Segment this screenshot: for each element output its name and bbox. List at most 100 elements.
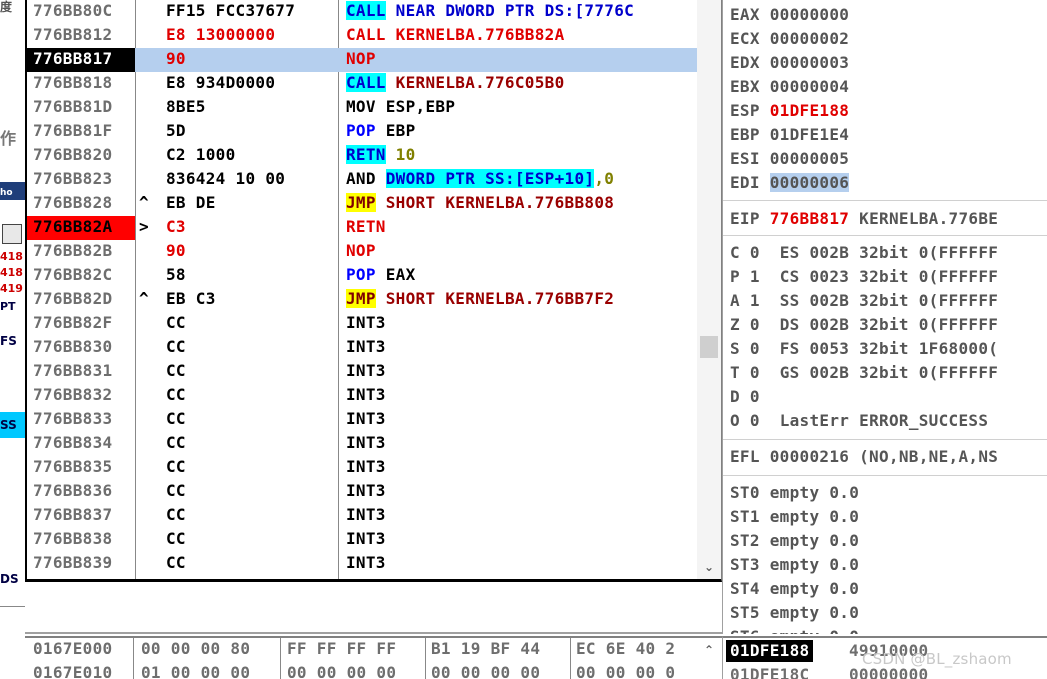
flag-value[interactable]: P 1 bbox=[730, 267, 760, 286]
disasm-row[interactable]: 776BB828 ^ EB DE JMP SHORT KERNELBA.776BB80… bbox=[27, 192, 697, 216]
flag-row[interactable]: Z 0 DS 002B 32bit 0(FFFFFF bbox=[730, 314, 998, 336]
fpu-register[interactable]: ST1 empty 0.0 bbox=[730, 506, 859, 528]
register-eax[interactable]: EAX 00000000 bbox=[730, 4, 849, 26]
dump-address[interactable]: 0167E000 bbox=[33, 638, 112, 660]
flag-row[interactable]: O 0 LastErr ERROR_SUCCESS bbox=[730, 410, 988, 432]
register-esi[interactable]: ESI 00000005 bbox=[730, 148, 849, 170]
instruction-address[interactable]: 776BB82B bbox=[27, 240, 135, 264]
flag-value[interactable]: A 1 bbox=[730, 291, 760, 310]
instruction-address[interactable]: 776BB837 bbox=[27, 504, 135, 528]
register-ebx[interactable]: EBX 00000004 bbox=[730, 76, 849, 98]
fpu-register[interactable]: ST3 empty 0.0 bbox=[730, 554, 859, 576]
instruction-address[interactable]: 776BB839 bbox=[27, 552, 135, 576]
registers-pane[interactable]: EAX 00000000 ECX 00000002 EDX 00000003 EBX … bbox=[722, 0, 1047, 634]
instruction-address[interactable]: 776BB82A bbox=[27, 216, 135, 240]
instruction-address[interactable]: 776BB817 bbox=[27, 48, 135, 72]
disasm-row[interactable]: 776BB82C 58 POP EAX bbox=[27, 264, 697, 288]
memory-dump-pane[interactable]: 0167E000 00 00 00 80 FF FF FF FF B1 19 BF 4… bbox=[25, 636, 722, 679]
instruction-address[interactable]: 776BB820 bbox=[27, 144, 135, 168]
disasm-row[interactable]: 776BB836 CC INT3 bbox=[27, 480, 697, 504]
disasm-row[interactable]: 776BB81D 8BE5 MOV ESP,EBP bbox=[27, 96, 697, 120]
register-value[interactable]: 00000005 bbox=[770, 149, 849, 168]
instruction-address[interactable]: 776BB812 bbox=[27, 24, 135, 48]
disasm-row[interactable]: 776BB839 CC INT3 bbox=[27, 552, 697, 576]
disasm-row[interactable]: 776BB830 CC INT3 bbox=[27, 336, 697, 360]
instruction-address[interactable]: 776BB82F bbox=[27, 312, 135, 336]
scrollbar-thumb[interactable] bbox=[700, 336, 718, 358]
instruction-address[interactable]: 776BB833 bbox=[27, 408, 135, 432]
disasm-row[interactable]: 776BB82D ^ EB C3 JMP SHORT KERNELBA.776BB7F… bbox=[27, 288, 697, 312]
disasm-row[interactable]: 776BB812 E8 13000000 CALL KERNELBA.776BB82… bbox=[27, 24, 697, 48]
fpu-register[interactable]: ST0 empty 0.0 bbox=[730, 482, 859, 504]
instruction-address[interactable]: 776BB828 bbox=[27, 192, 135, 216]
flag-row[interactable]: D 0 bbox=[730, 386, 760, 408]
disasm-row[interactable]: 776BB817 90 NOP bbox=[27, 48, 697, 72]
disasm-row[interactable]: 776BB818 E8 934D0000 CALL KERNELBA.776C05B… bbox=[27, 72, 697, 96]
instruction-address[interactable]: 776BB82C bbox=[27, 264, 135, 288]
disasm-row[interactable]: 776BB832 CC INT3 bbox=[27, 384, 697, 408]
instruction-address[interactable]: 776BB836 bbox=[27, 480, 135, 504]
register-value[interactable]: 00000004 bbox=[770, 77, 849, 96]
disasm-row[interactable]: 776BB820 C2 1000 RETN 10 bbox=[27, 144, 697, 168]
flag-row[interactable]: P 1 CS 0023 32bit 0(FFFFFF bbox=[730, 266, 998, 288]
dump-row[interactable]: 0167E000 00 00 00 80 FF FF FF FF B1 19 BF 4… bbox=[25, 638, 722, 662]
stack-address[interactable]: 01DFE188 bbox=[726, 640, 814, 662]
flag-row[interactable]: A 1 SS 002B 32bit 0(FFFFFF bbox=[730, 290, 998, 312]
disasm-row[interactable]: 776BB82F CC INT3 bbox=[27, 312, 697, 336]
instruction-address[interactable]: 776BB81D bbox=[27, 96, 135, 120]
flag-row[interactable]: S 0 FS 0053 32bit 1F68000( bbox=[730, 338, 998, 360]
disasm-row[interactable]: 776BB837 CC INT3 bbox=[27, 504, 697, 528]
toolbar-button-icon[interactable] bbox=[2, 224, 22, 244]
disassembly-pane[interactable]: 776BB80C FF15 FCC37677 CALL NEAR DWORD PTR… bbox=[25, 0, 722, 582]
register-edi[interactable]: EDI 00000006 bbox=[730, 172, 850, 194]
instruction-address[interactable]: 776BB834 bbox=[27, 432, 135, 456]
flag-value[interactable]: T 0 bbox=[730, 363, 760, 382]
register-value[interactable]: 01DFE1E4 bbox=[770, 125, 849, 144]
register-value[interactable]: 00000003 bbox=[770, 53, 849, 72]
register-value[interactable]: 00000002 bbox=[770, 29, 849, 48]
fpu-register[interactable]: ST6 empty 0.0 bbox=[730, 626, 859, 634]
register-ecx[interactable]: ECX 00000002 bbox=[730, 28, 849, 50]
instruction-address[interactable]: 776BB835 bbox=[27, 456, 135, 480]
flag-value[interactable]: D 0 bbox=[730, 387, 760, 406]
disasm-row[interactable]: 776BB834 CC INT3 bbox=[27, 432, 697, 456]
disasm-row[interactable]: 776BB82B 90 NOP bbox=[27, 240, 697, 264]
register-esp[interactable]: ESP 01DFE188 bbox=[730, 100, 849, 122]
flag-value[interactable]: C 0 bbox=[730, 243, 760, 262]
flag-value[interactable]: S 0 bbox=[730, 339, 760, 358]
instruction-address[interactable]: 776BB81F bbox=[27, 120, 135, 144]
scroll-up-arrow-icon[interactable]: ⌃ bbox=[699, 638, 719, 662]
disasm-row[interactable]: 776BB835 CC INT3 bbox=[27, 456, 697, 480]
register-eip[interactable]: EIP 776BB817 KERNELBA.776BE bbox=[730, 208, 998, 230]
instruction-address[interactable]: 776BB823 bbox=[27, 168, 135, 192]
flag-row[interactable]: C 0 ES 002B 32bit 0(FFFFFF bbox=[730, 242, 998, 264]
flag-value[interactable]: O 0 bbox=[730, 411, 760, 430]
register-value[interactable]: 01DFE188 bbox=[770, 101, 849, 120]
instruction-address[interactable]: 776BB832 bbox=[27, 384, 135, 408]
dump-address[interactable]: 0167E010 bbox=[33, 662, 112, 679]
register-ebp[interactable]: EBP 01DFE1E4 bbox=[730, 124, 849, 146]
fpu-register[interactable]: ST2 empty 0.0 bbox=[730, 530, 859, 552]
fpu-register[interactable]: ST5 empty 0.0 bbox=[730, 602, 859, 624]
disasm-row[interactable]: 776BB82A > C3 RETN bbox=[27, 216, 697, 240]
register-value[interactable]: 776BB817 bbox=[770, 209, 849, 228]
instruction-address[interactable]: 776BB830 bbox=[27, 336, 135, 360]
register-efl[interactable]: EFL 00000216 (NO,NB,NE,A,NS bbox=[730, 446, 998, 468]
disasm-row[interactable]: 776BB833 CC INT3 bbox=[27, 408, 697, 432]
instruction-address[interactable]: 776BB82D bbox=[27, 288, 135, 312]
stack-address[interactable]: 01DFE18C bbox=[726, 664, 813, 679]
register-value[interactable]: 00000000 bbox=[770, 5, 849, 24]
instruction-address[interactable]: 776BB80C bbox=[27, 0, 135, 24]
disasm-row[interactable]: 776BB80C FF15 FCC37677 CALL NEAR DWORD PTR… bbox=[27, 0, 697, 24]
disassembly-scrollbar[interactable] bbox=[697, 0, 721, 579]
scroll-down-arrow-icon[interactable]: ⌄ bbox=[698, 558, 720, 576]
instruction-address[interactable]: 776BB818 bbox=[27, 72, 135, 96]
dump-row[interactable]: 0167E010 01 00 00 00 00 00 00 00 00 00 00 0… bbox=[25, 662, 722, 679]
disasm-row[interactable]: 776BB831 CC INT3 bbox=[27, 360, 697, 384]
flag-value[interactable]: Z 0 bbox=[730, 315, 760, 334]
instruction-address[interactable]: 776BB831 bbox=[27, 360, 135, 384]
disasm-row[interactable]: 776BB81F 5D POP EBP bbox=[27, 120, 697, 144]
instruction-address[interactable]: 776BB838 bbox=[27, 528, 135, 552]
fpu-register[interactable]: ST4 empty 0.0 bbox=[730, 578, 859, 600]
flag-row[interactable]: T 0 GS 002B 32bit 0(FFFFFF bbox=[730, 362, 998, 384]
